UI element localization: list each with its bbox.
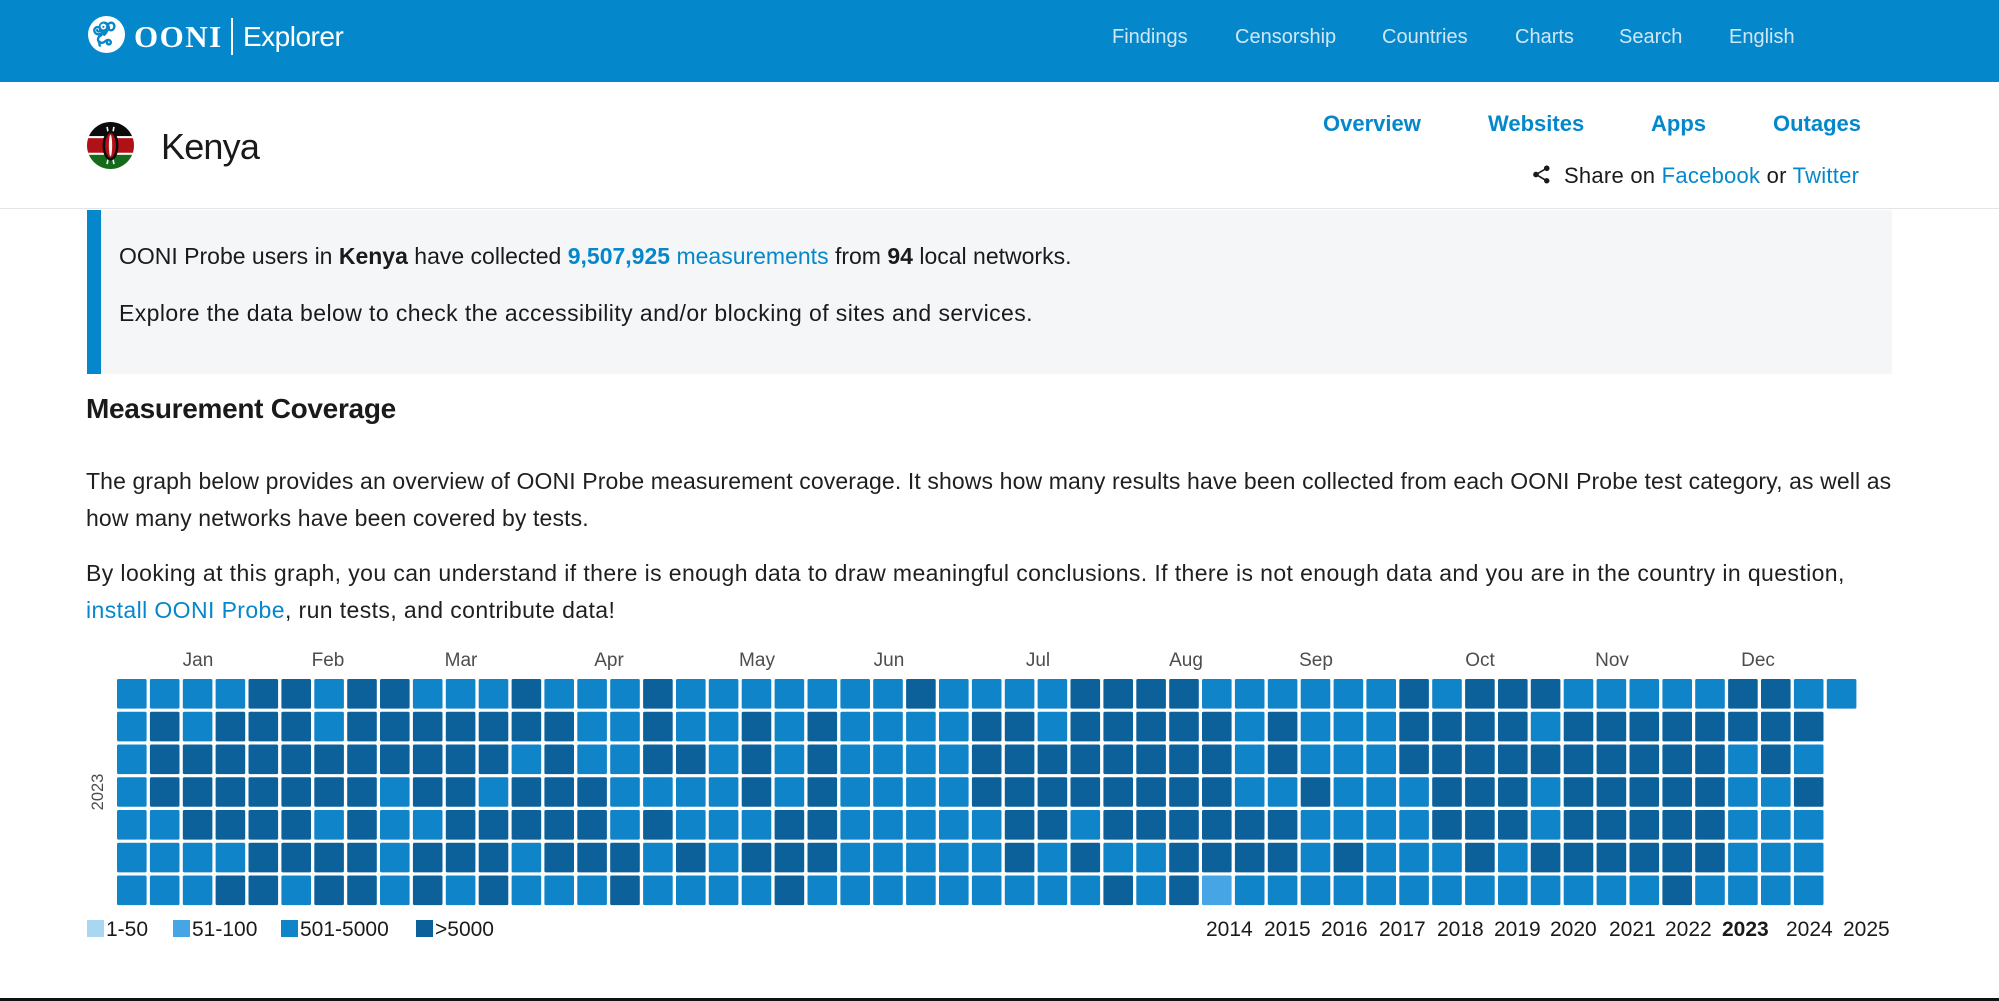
svg-text:>5000: >5000: [435, 918, 494, 941]
svg-text:2015: 2015: [1264, 918, 1311, 941]
svg-text:2017: 2017: [1379, 918, 1426, 941]
svg-text:2020: 2020: [1550, 918, 1597, 941]
svg-text:Feb: Feb: [312, 650, 345, 671]
svg-text:2021: 2021: [1609, 918, 1656, 941]
svg-text:51-100: 51-100: [192, 918, 257, 941]
svg-text:1-50: 1-50: [106, 918, 148, 941]
svg-text:2023: 2023: [89, 774, 107, 811]
svg-text:2014: 2014: [1206, 918, 1253, 941]
svg-text:Aug: Aug: [1169, 650, 1203, 671]
svg-text:Nov: Nov: [1595, 650, 1629, 671]
svg-text:Jul: Jul: [1026, 650, 1050, 671]
svg-text:Mar: Mar: [445, 650, 478, 671]
svg-text:2024: 2024: [1786, 918, 1833, 941]
svg-text:2016: 2016: [1321, 918, 1368, 941]
svg-text:Jan: Jan: [183, 650, 214, 671]
svg-text:2019: 2019: [1494, 918, 1541, 941]
svg-text:Jun: Jun: [874, 650, 905, 671]
svg-text:2023: 2023: [1722, 918, 1769, 941]
svg-text:501-5000: 501-5000: [300, 918, 389, 941]
svg-text:2018: 2018: [1437, 918, 1484, 941]
svg-text:Dec: Dec: [1741, 650, 1775, 671]
svg-text:Oct: Oct: [1465, 650, 1495, 671]
svg-text:May: May: [739, 650, 775, 671]
svg-text:2022: 2022: [1665, 918, 1712, 941]
svg-text:Sep: Sep: [1299, 650, 1333, 671]
svg-text:Apr: Apr: [594, 650, 624, 671]
svg-text:2025: 2025: [1843, 918, 1890, 941]
